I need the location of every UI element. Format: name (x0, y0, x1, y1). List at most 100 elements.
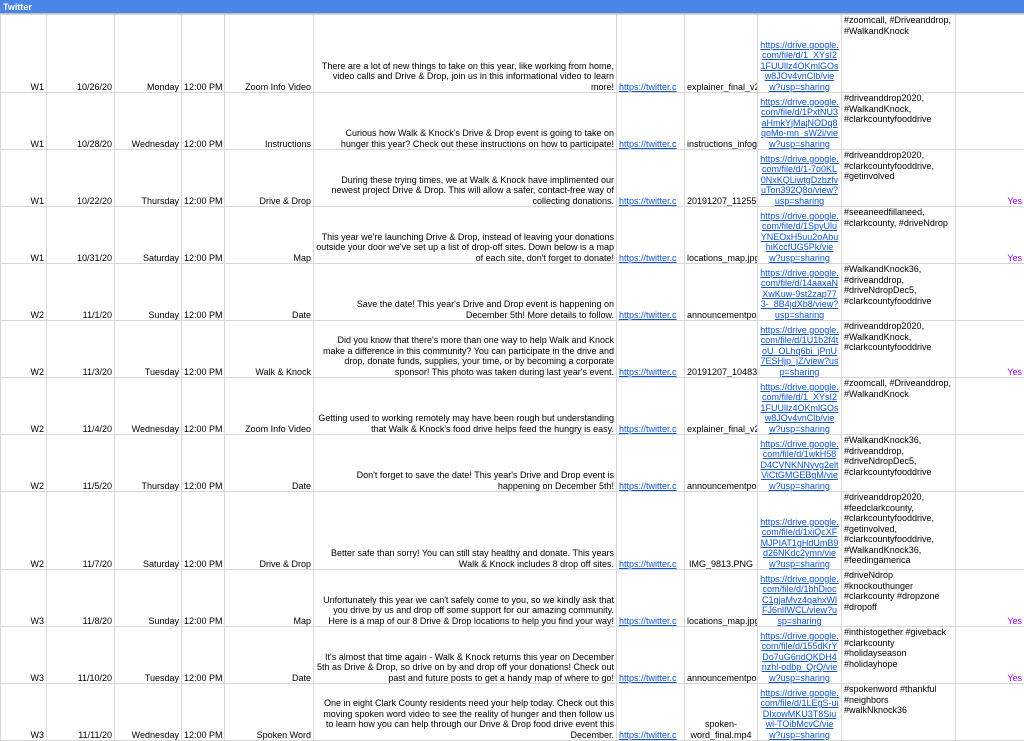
post-type-cell[interactable]: Spoken Word (225, 684, 314, 741)
time-cell[interactable]: 12:00 PM (182, 378, 225, 435)
caption-cell[interactable]: This year we're launching Drive & Drop, … (314, 207, 617, 264)
hashtags-cell[interactable]: #zoomcall, #Driveanddrop, #WalkandKnock (842, 378, 956, 435)
twitter-link[interactable]: https://twitter.c (619, 196, 677, 206)
post-type-cell[interactable]: Drive & Drop (225, 150, 314, 207)
week-cell[interactable]: W1 (1, 207, 47, 264)
file-name-cell[interactable]: 20191207_112557.jpg (685, 150, 758, 207)
time-cell[interactable]: 12:00 PM (182, 321, 225, 378)
twitter-link-cell[interactable]: https://twitter.c (617, 93, 685, 150)
twitter-link[interactable]: https://twitter.c (619, 481, 677, 491)
day-cell[interactable]: Saturday (115, 492, 182, 570)
posted-status-cell[interactable]: Yes (956, 207, 1024, 264)
twitter-link-cell[interactable]: https://twitter.c (617, 15, 685, 93)
drive-link-cell[interactable]: https://drive.google.com/file/d/1U1b2f4t… (758, 321, 842, 378)
twitter-link[interactable]: https://twitter.c (619, 673, 677, 683)
day-cell[interactable]: Sunday (115, 570, 182, 627)
time-cell[interactable]: 12:00 PM (182, 15, 225, 93)
posted-status-cell[interactable]: Yes (956, 321, 1024, 378)
time-cell[interactable]: 12:00 PM (182, 264, 225, 321)
twitter-link-cell[interactable]: https://twitter.c (617, 321, 685, 378)
week-cell[interactable]: W2 (1, 492, 47, 570)
week-cell[interactable]: W1 (1, 93, 47, 150)
date-cell[interactable]: 10/26/20 (47, 15, 115, 93)
drive-link[interactable]: https://drive.google.com/file/d/155dKrYD… (760, 631, 839, 683)
post-type-cell[interactable]: Map (225, 207, 314, 264)
day-cell[interactable]: Tuesday (115, 321, 182, 378)
drive-link-cell[interactable]: https://drive.google.com/file/d/1-7o0KL0… (758, 150, 842, 207)
date-cell[interactable]: 11/1/20 (47, 264, 115, 321)
drive-link[interactable]: https://drive.google.com/file/d/1SpyUluY… (760, 211, 839, 263)
drive-link-cell[interactable]: https://drive.google.com/file/d/155dKrYD… (758, 627, 842, 684)
hashtags-cell[interactable]: #driveNdrop #knockouthunger #clarkcounty… (842, 570, 956, 627)
file-name-cell[interactable]: announcementpost_option2.jpg (685, 264, 758, 321)
time-cell[interactable]: 12:00 PM (182, 570, 225, 627)
drive-link-cell[interactable]: https://drive.google.com/file/d/1xiQcXFM… (758, 492, 842, 570)
time-cell[interactable]: 12:00 PM (182, 627, 225, 684)
date-cell[interactable]: 10/22/20 (47, 150, 115, 207)
twitter-link-cell[interactable]: https://twitter.c (617, 435, 685, 492)
week-cell[interactable]: W3 (1, 684, 47, 741)
hashtags-cell[interactable]: #driveanddrop2020, #clarkcountyfooddrive… (842, 150, 956, 207)
drive-link[interactable]: https://drive.google.com/file/d/1LEgS-ui… (760, 688, 839, 740)
time-cell[interactable]: 12:00 PM (182, 93, 225, 150)
hashtags-cell[interactable]: #WalkandKnock36, #driveanddrop, #driveNd… (842, 435, 956, 492)
day-cell[interactable]: Monday (115, 15, 182, 93)
twitter-link[interactable]: https://twitter.c (619, 367, 677, 377)
file-name-cell[interactable]: announcementpost_option1.jpg (685, 627, 758, 684)
time-cell[interactable]: 12:00 PM (182, 684, 225, 741)
posted-status-cell[interactable] (956, 492, 1024, 570)
post-type-cell[interactable]: Date (225, 627, 314, 684)
hashtags-cell[interactable]: #driveanddrop2020, #WalkandKnock, #clark… (842, 321, 956, 378)
posted-status-cell[interactable] (956, 435, 1024, 492)
day-cell[interactable]: Wednesday (115, 684, 182, 741)
posted-status-cell[interactable]: Yes (956, 627, 1024, 684)
twitter-link[interactable]: https://twitter.c (619, 424, 677, 434)
file-name-cell[interactable]: locations_map.jpg (685, 207, 758, 264)
posted-status-cell[interactable]: Yes (956, 150, 1024, 207)
caption-cell[interactable]: Curious how Walk & Knock's Drive & Drop … (314, 93, 617, 150)
file-name-cell[interactable]: locations_map.jpg (685, 570, 758, 627)
day-cell[interactable]: Wednesday (115, 378, 182, 435)
caption-cell[interactable]: Save the date! This year's Drive and Dro… (314, 264, 617, 321)
twitter-link[interactable]: https://twitter.c (619, 559, 677, 569)
drive-link[interactable]: https://drive.google.com/file/d/1xiQcXFM… (760, 517, 839, 569)
hashtags-cell[interactable]: #WalkandKnock36, #driveanddrop, #driveNd… (842, 264, 956, 321)
file-name-cell[interactable]: announcementpost_option4.jpg (685, 435, 758, 492)
time-cell[interactable]: 12:00 PM (182, 207, 225, 264)
drive-link[interactable]: https://drive.google.com/file/d/1U1b2f4t… (760, 325, 839, 377)
drive-link[interactable]: https://drive.google.com/file/d/14aaxaNX… (760, 268, 839, 320)
twitter-link-cell[interactable]: https://twitter.c (617, 492, 685, 570)
date-cell[interactable]: 11/11/20 (47, 684, 115, 741)
posted-status-cell[interactable] (956, 378, 1024, 435)
twitter-link-cell[interactable]: https://twitter.c (617, 684, 685, 741)
post-type-cell[interactable]: Zoom Info Video (225, 378, 314, 435)
drive-link[interactable]: https://drive.google.com/file/d/1_XYsI21… (760, 382, 839, 434)
twitter-link[interactable]: https://twitter.c (619, 82, 677, 92)
post-type-cell[interactable]: Walk & Knock (225, 321, 314, 378)
twitter-link-cell[interactable]: https://twitter.c (617, 570, 685, 627)
post-type-cell[interactable]: Drive & Drop (225, 492, 314, 570)
week-cell[interactable]: W2 (1, 435, 47, 492)
posted-status-cell[interactable] (956, 264, 1024, 321)
drive-link-cell[interactable]: https://drive.google.com/file/d/1bhDiocC… (758, 570, 842, 627)
hashtags-cell[interactable]: #zoomcall, #Driveanddrop, #WalkandKnock (842, 15, 956, 93)
day-cell[interactable]: Saturday (115, 207, 182, 264)
day-cell[interactable]: Tuesday (115, 627, 182, 684)
caption-cell[interactable]: Getting used to working remotely may hav… (314, 378, 617, 435)
post-type-cell[interactable]: Instructions (225, 93, 314, 150)
drive-link-cell[interactable]: https://drive.google.com/file/d/1wkH58D4… (758, 435, 842, 492)
time-cell[interactable]: 12:00 PM (182, 435, 225, 492)
twitter-link[interactable]: https://twitter.c (619, 253, 677, 263)
drive-link-cell[interactable]: https://drive.google.com/file/d/1_XYsI21… (758, 15, 842, 93)
drive-link[interactable]: https://drive.google.com/file/d/1-7o0KL0… (760, 154, 839, 206)
twitter-link-cell[interactable]: https://twitter.c (617, 150, 685, 207)
drive-link-cell[interactable]: https://drive.google.com/file/d/1PxtNU3a… (758, 93, 842, 150)
twitter-link[interactable]: https://twitter.c (619, 616, 677, 626)
twitter-link-cell[interactable]: https://twitter.c (617, 207, 685, 264)
post-type-cell[interactable]: Date (225, 435, 314, 492)
caption-cell[interactable]: There are a lot of new things to take on… (314, 15, 617, 93)
twitter-link-cell[interactable]: https://twitter.c (617, 378, 685, 435)
drive-link[interactable]: https://drive.google.com/file/d/1_XYsI21… (760, 40, 839, 92)
caption-cell[interactable]: It's almost that time again - Walk & Kno… (314, 627, 617, 684)
day-cell[interactable]: Thursday (115, 150, 182, 207)
